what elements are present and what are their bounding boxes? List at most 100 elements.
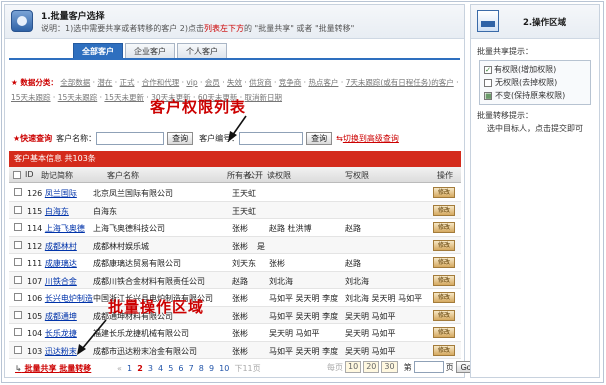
side-title: 2.操作区域	[523, 18, 567, 28]
row-edit-button[interactable]: 修改	[433, 239, 455, 251]
row-id: 105	[27, 311, 43, 321]
batch-move-link[interactable]: 批量转移	[59, 364, 91, 373]
per-page-option[interactable]: 30	[381, 361, 398, 373]
row-read-permission: 马如平 吴天明 李度	[269, 294, 339, 303]
row-abbr[interactable]: 川铁合金	[45, 277, 77, 286]
row-checkbox[interactable]	[14, 345, 22, 354]
quick-search-title-text: 快速查询	[20, 133, 53, 143]
customer-code-input[interactable]	[239, 131, 304, 145]
filter-option[interactable]: 15天未跟踪	[11, 93, 51, 102]
page-link[interactable]: 9	[209, 364, 214, 373]
select-all-checkbox[interactable]	[13, 171, 21, 179]
table-row[interactable]: 104 长乐龙捷 福建长乐龙捷机械有限公司 张彬 吴天明 马如平 吴天明 马如平…	[9, 324, 461, 342]
row-abbr[interactable]: 长兴电炉制造	[45, 294, 93, 303]
filter-option[interactable]: vip	[186, 78, 197, 87]
filter-option[interactable]: 会员	[205, 78, 220, 87]
prev-page-icon[interactable]: «	[117, 364, 122, 373]
row-edit-button[interactable]: 修改	[433, 292, 455, 303]
row-abbr[interactable]: 成都林村	[45, 242, 77, 251]
advanced-search-link[interactable]: 切换到高级查询	[343, 133, 399, 144]
table-row[interactable]: 103 迅达粉末 成都市迅达粉末冶金有限公司 张彬 马如平 吴天明 李度 吴天明…	[9, 341, 461, 359]
row-edit-button[interactable]: 修改	[433, 222, 455, 233]
per-page-option[interactable]: 10	[345, 361, 362, 373]
filter-option[interactable]: 合作和代理	[142, 78, 180, 87]
table-row[interactable]: 112 成都林村 成都林村娱乐城 张彬 是 修改	[9, 236, 461, 254]
next-pages-link[interactable]: 下11页	[234, 364, 260, 373]
side-body: 批量共享提示： ✓ 有权限(增加权限) 无权限(去掉权限) ■ 不变(保持原来权…	[477, 45, 593, 135]
tab-all-customers[interactable]: 全部客户	[73, 43, 123, 58]
filter-option[interactable]: 正式	[120, 78, 135, 87]
row-abbr[interactable]: 长乐龙捷	[45, 329, 77, 338]
row-abbr[interactable]: 上海飞奥德	[45, 224, 85, 233]
row-checkbox[interactable]	[14, 258, 22, 266]
tab-enterprise-customers[interactable]: 企业客户	[125, 43, 175, 58]
row-read-permission: 吴天明 马如平	[269, 329, 320, 338]
edit-label: 修改	[433, 309, 455, 321]
row-checkbox[interactable]	[14, 310, 22, 319]
filter-option[interactable]: 取消新日期	[245, 93, 283, 102]
table-row[interactable]: 107 川铁合金 成都川铁合金材料有限责任公司 赵路 刘北海 刘北海 修改	[9, 271, 461, 289]
row-abbr[interactable]: 白海东	[45, 207, 69, 216]
row-checkbox[interactable]	[14, 293, 22, 301]
customer-name-input[interactable]	[96, 131, 165, 145]
table-row[interactable]: 111 成康璃达 成都康璃达贸易有限公司 刘天东 张彬 赵路 修改	[9, 254, 461, 272]
row-edit-button[interactable]: 修改	[433, 204, 455, 216]
row-owner: 张彬	[232, 329, 248, 338]
arrow-to-batch-icon	[77, 319, 107, 355]
tab-personal-customers[interactable]: 个人客户	[177, 43, 227, 58]
row-edit-button[interactable]: 修改	[433, 327, 455, 338]
page-link[interactable]: 5	[168, 364, 173, 373]
row-edit-button[interactable]: 修改	[433, 257, 455, 268]
row-checkbox[interactable]	[14, 275, 22, 284]
row-checkbox[interactable]	[14, 188, 22, 196]
row-edit-button[interactable]: 修改	[433, 187, 455, 198]
row-read-permission: 赵路 杜洪博	[269, 224, 312, 233]
filter-option[interactable]: 失效	[227, 78, 242, 87]
row-edit-button[interactable]: 修改	[433, 309, 455, 321]
legend-label: 有权限(增加权限)	[494, 65, 557, 74]
page-link[interactable]: 8	[199, 364, 204, 373]
page-link[interactable]: 3	[148, 364, 153, 373]
filter-option[interactable]: 供货商	[249, 78, 272, 87]
row-checkbox[interactable]	[14, 328, 22, 336]
filter-option[interactable]: 7天未跟踪(或有日程任务)的客户	[346, 78, 454, 87]
page-link[interactable]: 7	[189, 364, 194, 373]
row-owner: 张彬	[232, 294, 248, 303]
row-edit-button[interactable]: 修改	[433, 344, 455, 356]
table-row[interactable]: 115 白海东 白海东 王天虹 修改	[9, 201, 461, 219]
table-row[interactable]: 105 成都通坤 成都通坤材料有限公司 张彬 马如平 吴天明 李度 吴天明 马如…	[9, 306, 461, 324]
batch-actions: ↳ 批量共享 批量转移	[15, 363, 91, 374]
edit-label: 修改	[433, 222, 455, 233]
page-link[interactable]: 4	[158, 364, 163, 373]
filter-option[interactable]: 15天未跟踪	[58, 93, 98, 102]
table-row[interactable]: 106 长兴电炉制造 中国浙江长兴县电炉制造有限公司 张彬 马如平 吴天明 李度…	[9, 289, 461, 307]
row-abbr[interactable]: 迅达粉末	[45, 347, 77, 356]
row-checkbox[interactable]	[14, 205, 22, 214]
filter-option[interactable]: 15天未更新	[104, 93, 144, 102]
row-checkbox[interactable]	[14, 240, 22, 249]
goto-page-input[interactable]	[413, 361, 444, 373]
row-abbr[interactable]: 凤兰国际	[45, 189, 77, 198]
row-abbr[interactable]: 成都通坤	[45, 312, 77, 321]
batch-share-link[interactable]: 批量共享	[25, 364, 57, 373]
row-edit-button[interactable]: 修改	[433, 274, 455, 286]
page-link-current[interactable]: 2	[137, 364, 143, 373]
row-abbr[interactable]: 成康璃达	[45, 259, 77, 268]
row-id: 106	[27, 294, 43, 303]
search-button[interactable]: 查询	[167, 131, 194, 145]
row-checkbox[interactable]	[14, 223, 22, 231]
search-code-button[interactable]: 查询	[306, 131, 333, 145]
filter-option[interactable]: 全部数据	[60, 78, 90, 87]
filter-option[interactable]: 竞争商	[279, 78, 302, 87]
row-read-permission: 马如平 吴天明 李度	[269, 346, 339, 356]
table-row[interactable]: 114 上海飞奥德 上海飞奥德科技公司 张彬 赵路 杜洪博 赵路 修改	[9, 219, 461, 237]
page-link[interactable]: 10	[219, 364, 229, 373]
edit-label: 修改	[433, 187, 455, 198]
filter-option[interactable]: 热点客户	[308, 78, 338, 87]
filter-option[interactable]: 潜在	[97, 78, 112, 87]
col-abbr: 助记简称	[41, 171, 73, 180]
page-link[interactable]: 6	[178, 364, 183, 373]
table-row[interactable]: 126 凤兰国际 北京凤兰国际有限公司 王天虹 修改	[9, 184, 461, 202]
per-page-option[interactable]: 20	[363, 361, 380, 373]
page-link[interactable]: 1	[127, 364, 132, 373]
